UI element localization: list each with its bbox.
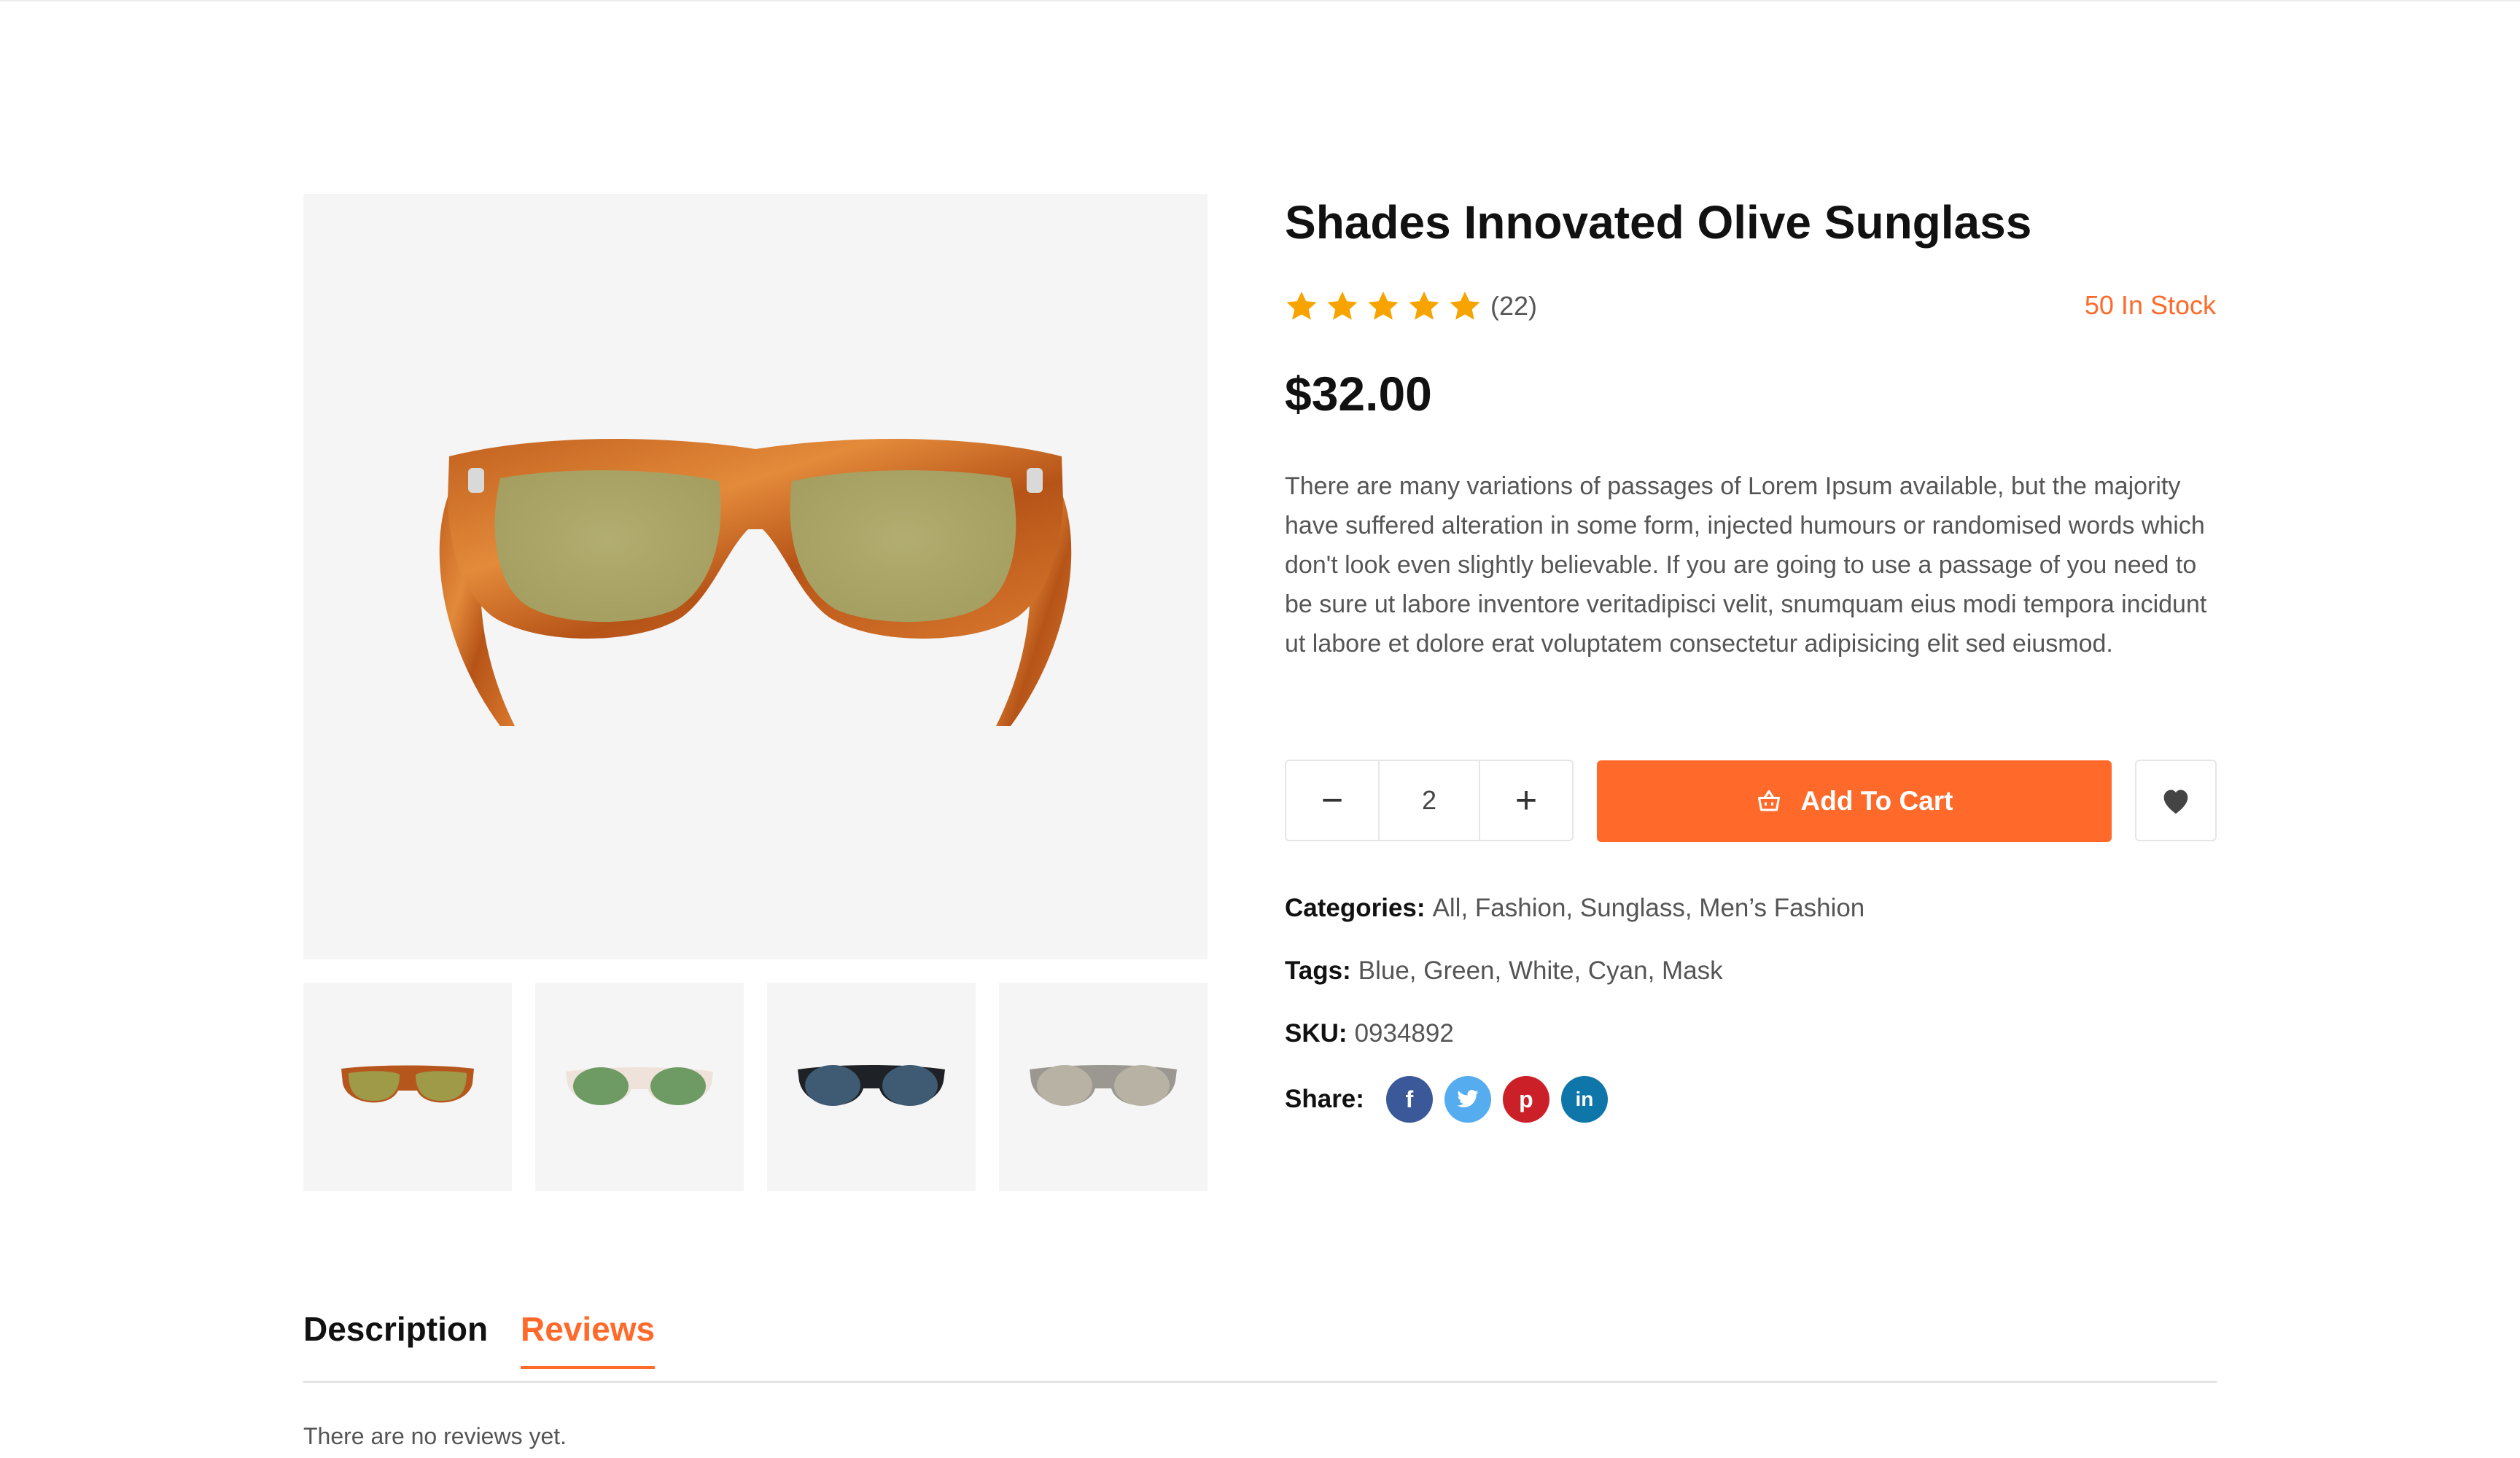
- stock-status: 50 In Stock: [2084, 290, 2216, 320]
- thumbnail-strip: [303, 983, 1208, 1191]
- pinterest-icon[interactable]: p: [1502, 1076, 1549, 1123]
- thumbnail-1[interactable]: [303, 983, 512, 1191]
- top-divider: [0, 0, 2520, 1]
- sunglasses-clear-green-icon: [566, 1067, 713, 1105]
- share-row: Share: f p in: [1285, 1076, 1619, 1123]
- heart-icon: [2163, 790, 2188, 814]
- share-label: Share:: [1285, 1085, 1364, 1113]
- tab-description[interactable]: Description: [303, 1309, 488, 1366]
- star-icon: [1450, 291, 1480, 320]
- sku-row: SKU: 0934892: [1285, 1019, 1454, 1048]
- sunglasses-black-blue-icon: [798, 1065, 945, 1106]
- add-to-cart-label: Add To Cart: [1800, 786, 1953, 816]
- thumbnail-3[interactable]: [767, 983, 976, 1191]
- wishlist-button[interactable]: [2135, 760, 2217, 841]
- sunglasses-silver-grey-icon: [1030, 1065, 1177, 1106]
- star-icon: [1368, 291, 1399, 320]
- star-icon: [1286, 291, 1317, 320]
- sku-value: 0934892: [1354, 1019, 1454, 1048]
- categories-value[interactable]: All, Fashion, Sunglass, Men’s Fashion: [1433, 894, 1865, 922]
- tab-reviews[interactable]: Reviews: [521, 1309, 656, 1369]
- quantity-stepper: − +: [1285, 760, 1574, 841]
- basket-icon: [1757, 790, 1780, 811]
- star-icon: [1327, 291, 1358, 320]
- product-tabs: Description Reviews: [303, 1309, 2217, 1383]
- no-reviews-message: There are no reviews yet.: [303, 1423, 567, 1449]
- sku-label: SKU:: [1285, 1019, 1348, 1048]
- tags-row: Tags: Blue, Green, White, Cyan, Mask: [1285, 956, 1723, 986]
- quantity-increase-button[interactable]: +: [1479, 761, 1572, 840]
- facebook-icon[interactable]: f: [1385, 1076, 1433, 1123]
- rating-count[interactable]: (22): [1490, 291, 1537, 321]
- product-description: There are many variations of passages of…: [1285, 472, 2207, 658]
- sunglasses-tortoise-olive-icon: [341, 1065, 474, 1103]
- sunglasses-tortoise-olive-icon: [439, 439, 1072, 726]
- main-product-image[interactable]: [303, 194, 1208, 959]
- product-rating: (22): [1285, 286, 1537, 327]
- star-icon: [1409, 291, 1439, 320]
- product-title: Shades Innovated Olive Sunglass: [1285, 196, 2032, 249]
- quantity-decrease-button[interactable]: −: [1286, 761, 1380, 840]
- tags-label: Tags:: [1285, 956, 1351, 985]
- categories-label: Categories:: [1285, 894, 1426, 922]
- categories-row: Categories: All, Fashion, Sunglass, Men’s…: [1285, 894, 1864, 923]
- product-price: $32.00: [1285, 367, 1432, 421]
- thumbnail-4[interactable]: [999, 983, 1208, 1191]
- twitter-icon[interactable]: [1444, 1076, 1491, 1123]
- add-to-cart-button[interactable]: Add To Cart: [1597, 760, 2112, 842]
- linkedin-icon[interactable]: in: [1560, 1076, 1608, 1123]
- tags-value[interactable]: Blue, Green, White, Cyan, Mask: [1358, 956, 1723, 985]
- quantity-input[interactable]: [1380, 761, 1479, 840]
- thumbnail-2[interactable]: [535, 983, 744, 1191]
